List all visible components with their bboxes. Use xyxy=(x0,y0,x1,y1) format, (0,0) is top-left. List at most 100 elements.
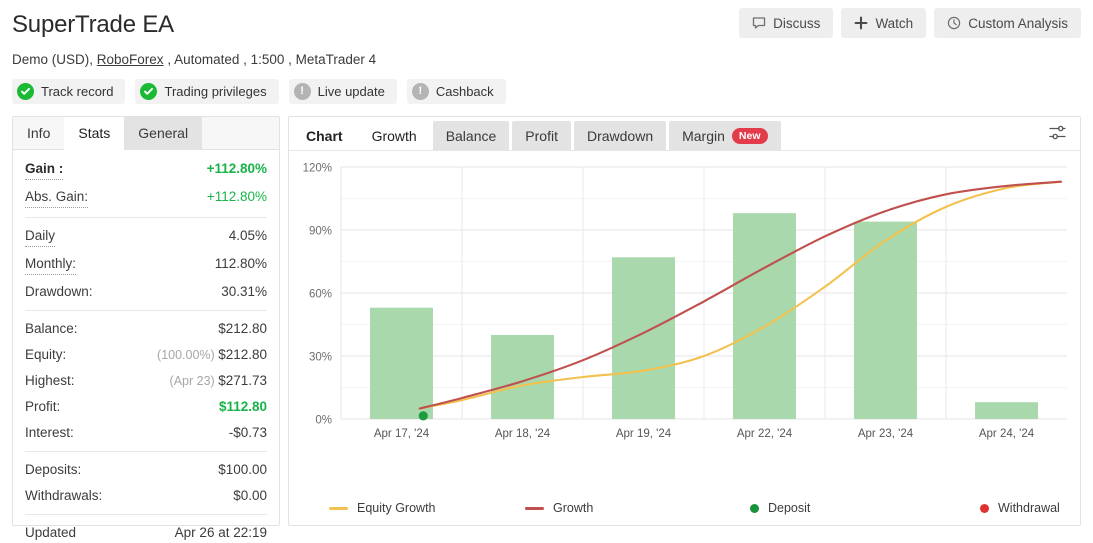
page-header: SuperTrade EA Demo (USD), RoboForex , Au… xyxy=(0,0,1093,104)
stats-row: Withdrawals: $0.00 xyxy=(25,483,267,509)
stats-row: Monthly: 112.80% xyxy=(25,251,267,279)
stats-tab-bar: Info Stats General xyxy=(13,117,279,150)
bar[interactable] xyxy=(854,221,917,419)
stats-row-label: Balance: xyxy=(25,321,78,336)
stats-row-label[interactable]: Abs. Gain: xyxy=(25,188,89,208)
stats-row: Profit: $112.80 xyxy=(25,394,267,420)
legend-item[interactable]: Growth xyxy=(525,501,750,515)
tab-general[interactable]: General xyxy=(124,117,203,150)
stats-row-value: Apr 26 at 22:19 xyxy=(174,525,267,540)
stats-row-label[interactable]: Daily xyxy=(25,227,56,247)
marker-deposit[interactable] xyxy=(418,411,428,421)
stats-row: Highest: (Apr 23) $271.73 xyxy=(25,368,267,394)
tab-stats[interactable]: Stats xyxy=(64,117,125,150)
legend-item[interactable]: Withdrawal xyxy=(980,501,1060,515)
bar[interactable] xyxy=(491,335,554,419)
stats-row-label: Drawdown: xyxy=(25,284,93,299)
stats-row: Balance: $212.80 xyxy=(25,316,267,342)
stats-row: Updated Apr 26 at 22:19 xyxy=(25,520,267,543)
stats-row-label: Profit: xyxy=(25,399,61,414)
legend-line-swatch xyxy=(329,506,348,510)
tab-profit[interactable]: Profit xyxy=(512,121,571,151)
stats-row-label: Equity: xyxy=(25,347,67,362)
stats-divider xyxy=(25,514,267,515)
stats-row-label[interactable]: Gain : xyxy=(25,160,64,180)
tab-chart[interactable]: Chart xyxy=(293,121,356,151)
plus-icon xyxy=(854,16,868,30)
stats-row-value: -$0.73 xyxy=(228,425,267,440)
legend-item[interactable]: Equity Growth xyxy=(329,501,525,515)
tab-drawdown[interactable]: Drawdown xyxy=(573,121,667,151)
stats-row-value: +112.80% xyxy=(206,161,267,176)
stats-list: Gain : +112.80% Abs. Gain: +112.80% Daily 4.0… xyxy=(13,150,279,543)
stats-row-value: $112.80 xyxy=(218,399,267,414)
bar[interactable] xyxy=(975,402,1038,419)
stats-row-value: $212.80 xyxy=(218,321,267,336)
status-chip-cashback[interactable]: ! Cashback xyxy=(406,79,506,104)
bar[interactable] xyxy=(612,257,675,419)
stats-row: Gain : +112.80% xyxy=(25,156,267,184)
growth-chart: 0% 30% 60% 90% 120% Apr 17, '24 Apr 18, '24 Apr… xyxy=(289,151,1080,523)
bar[interactable] xyxy=(370,307,433,419)
bar[interactable] xyxy=(733,213,796,419)
y-axis-tick-label: 60% xyxy=(309,289,332,301)
stats-row: Equity: (100.00%) $212.80 xyxy=(25,342,267,368)
subtitle-pre: Demo (USD), xyxy=(12,52,97,67)
tab-growth[interactable]: Growth xyxy=(358,121,430,151)
x-axis-tick-label: Apr 23, '24 xyxy=(858,428,914,440)
status-chip-trading-privileges[interactable]: Trading privileges xyxy=(135,79,279,104)
sliders-icon xyxy=(1048,123,1067,147)
stats-row-label: Interest: xyxy=(25,425,74,440)
stats-divider xyxy=(25,310,267,311)
profile-page: SuperTrade EA Demo (USD), RoboForex , Au… xyxy=(0,0,1093,543)
tab-margin[interactable]: Margin New xyxy=(669,121,781,151)
x-axis-tick-label: Apr 24, '24 xyxy=(979,428,1035,440)
y-axis-tick-label: 0% xyxy=(315,415,332,427)
stats-row-value: $0.00 xyxy=(233,488,267,503)
stats-row-label: Updated xyxy=(25,525,77,540)
status-chip-label: Track record xyxy=(41,84,114,99)
page-body: Info Stats General Gain : +112.80% Abs. Ga… xyxy=(0,116,1093,540)
exclamation-circle-icon: ! xyxy=(411,83,429,100)
tab-balance[interactable]: Balance xyxy=(432,121,510,151)
stats-row-label: Highest: xyxy=(25,373,75,388)
stats-row-label[interactable]: Monthly: xyxy=(25,255,77,275)
status-chip-track-record[interactable]: Track record xyxy=(12,79,126,104)
account-subtitle: Demo (USD), RoboForex , Automated , 1:50… xyxy=(12,51,1081,68)
broker-link[interactable]: RoboForex xyxy=(97,52,164,67)
stats-row: Interest: -$0.73 xyxy=(25,420,267,446)
y-axis-tick-label: 120% xyxy=(303,163,332,175)
legend-item-label: Deposit xyxy=(768,501,811,515)
status-chip-live-update[interactable]: ! Live update xyxy=(288,79,397,104)
discuss-label: Discuss xyxy=(773,15,821,31)
header-actions: Discuss Watch Custom Analysis xyxy=(739,8,1081,38)
discuss-button[interactable]: Discuss xyxy=(739,8,834,38)
status-chip-list: Track record Trading privileges ! Live u… xyxy=(12,79,1081,104)
stats-panel: Info Stats General Gain : +112.80% Abs. Ga… xyxy=(12,116,280,540)
stats-row-value: (Apr 23) $271.73 xyxy=(169,373,267,388)
check-circle-icon xyxy=(17,83,34,100)
watch-button[interactable]: Watch xyxy=(841,8,927,38)
stats-row: Deposits: $100.00 xyxy=(25,457,267,483)
tab-info[interactable]: Info xyxy=(13,117,64,150)
new-badge: New xyxy=(731,128,768,144)
clock-icon xyxy=(947,16,961,30)
stats-row-value: 112.80% xyxy=(214,256,267,271)
stats-row: Daily 4.05% xyxy=(25,223,267,251)
subtitle-post: , Automated , 1:500 , MetaTrader 4 xyxy=(163,52,377,67)
status-chip-label: Cashback xyxy=(435,84,494,99)
legend-item[interactable]: Deposit xyxy=(750,501,980,515)
custom-analysis-button[interactable]: Custom Analysis xyxy=(934,8,1081,38)
legend-dot-swatch xyxy=(750,503,759,513)
chart-canvas[interactable]: 0% 30% 60% 90% 120% Apr 17, '24 Apr 18, '24 Apr… xyxy=(289,151,1081,481)
x-axis-tick-label: Apr 18, '24 xyxy=(495,428,551,440)
tab-margin-label: Margin xyxy=(682,128,725,144)
watch-label: Watch xyxy=(875,15,914,31)
stats-row-value-prefix: (Apr 23) xyxy=(169,374,219,388)
stats-row-label: Deposits: xyxy=(25,462,82,477)
legend-item-label: Growth xyxy=(553,501,594,515)
status-chip-label: Trading privileges xyxy=(164,84,267,99)
x-axis-tick-label: Apr 22, '24 xyxy=(737,428,793,440)
stats-row-label: Withdrawals: xyxy=(25,488,103,503)
chart-settings-button[interactable] xyxy=(1042,121,1072,149)
